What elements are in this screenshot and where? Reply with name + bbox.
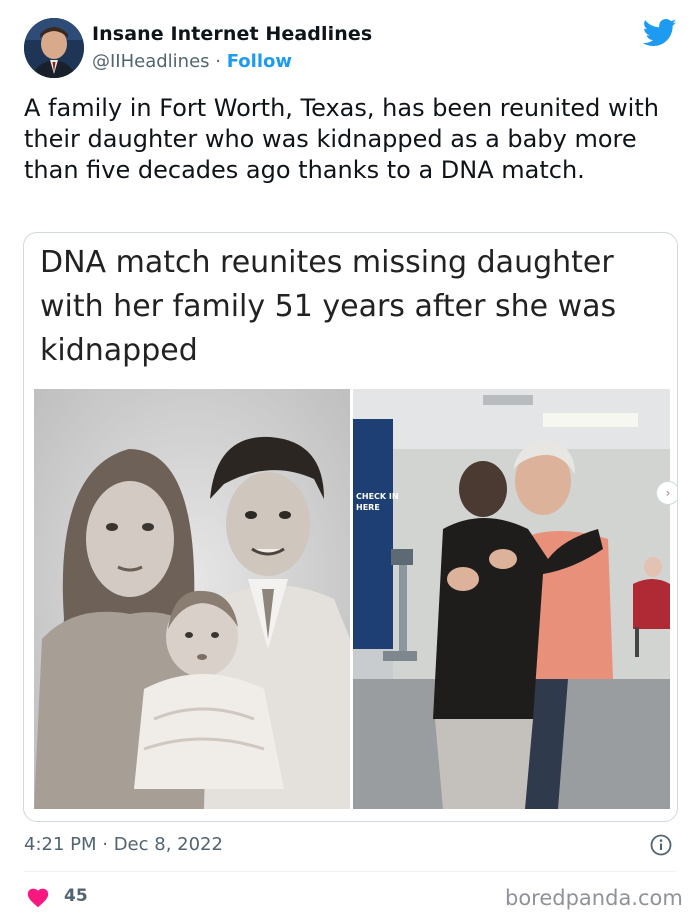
avatar-image	[24, 18, 84, 78]
media-card[interactable]: DNA match reunites missing daughter with…	[23, 232, 678, 822]
info-icon[interactable]	[650, 834, 672, 856]
divider	[24, 871, 676, 872]
like-count[interactable]: 45	[64, 886, 88, 906]
heart-icon[interactable]	[26, 886, 50, 908]
chevron-right-icon: ›	[665, 486, 671, 500]
tweet-text: A family in Fort Worth, Texas, has been …	[24, 94, 659, 184]
handle-row: @IIHeadlines · Follow	[92, 51, 292, 72]
separator: ·	[209, 51, 227, 72]
card-headline: DNA match reunites missing daughter with…	[40, 245, 617, 368]
family-photo-vintage[interactable]	[34, 389, 350, 809]
avatar[interactable]	[24, 18, 84, 78]
author-name[interactable]: Insane Internet Headlines	[92, 23, 372, 45]
watermark: boredpanda.com	[505, 886, 683, 910]
reunion-photo[interactable]: CHECK IN HERE	[353, 389, 670, 809]
carousel-next-button[interactable]: ›	[656, 481, 677, 505]
tweet-timestamp[interactable]: 4:21 PM · Dec 8, 2022	[24, 834, 223, 855]
author-handle[interactable]: @IIHeadlines	[92, 51, 210, 72]
kiosk-sign-text: CHECK IN	[356, 492, 399, 501]
follow-button[interactable]: Follow	[227, 51, 292, 72]
svg-text:HERE: HERE	[356, 503, 380, 512]
twitter-bird-icon[interactable]	[643, 18, 677, 48]
